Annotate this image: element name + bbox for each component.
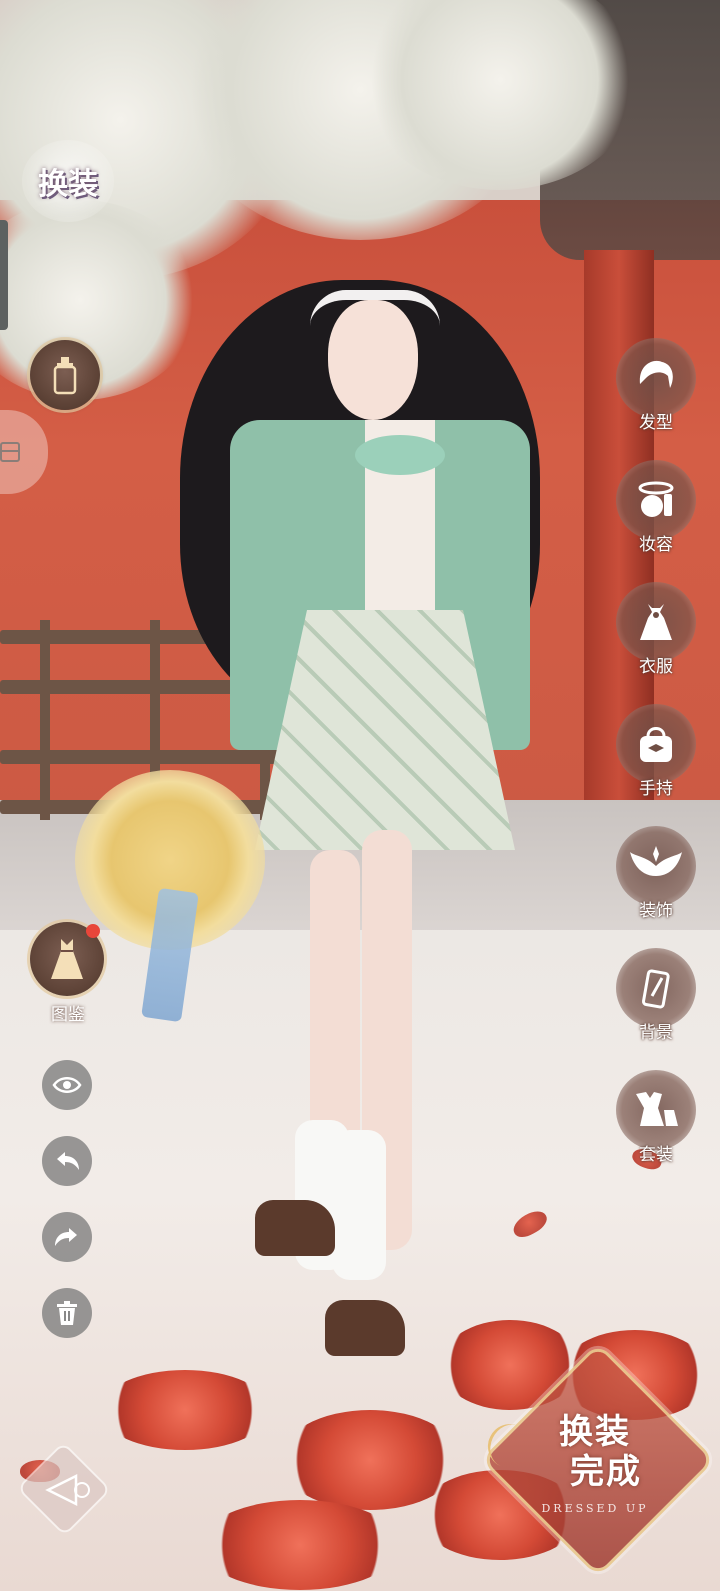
outfit-set-icon xyxy=(616,1070,696,1150)
character-sock xyxy=(332,1130,386,1280)
notification-dot xyxy=(86,924,100,938)
menu-label: 套装 xyxy=(639,1145,673,1165)
hairstyle-icon xyxy=(616,338,696,418)
redo-icon xyxy=(55,1228,77,1246)
redo-button[interactable] xyxy=(42,1212,92,1262)
menu-item-clothes[interactable]: 衣服 xyxy=(614,582,698,692)
menu-label: 衣服 xyxy=(639,657,673,677)
menu-label: 妆容 xyxy=(639,535,673,555)
menu-item-accessories[interactable]: 装饰 xyxy=(614,826,698,936)
menu-label: 背景 xyxy=(639,1023,673,1043)
menu-item-outfit-set[interactable]: 套装 xyxy=(614,1070,698,1180)
menu-item-hairstyle[interactable]: 发型 xyxy=(614,338,698,448)
undo-button[interactable] xyxy=(42,1136,92,1186)
dressed-up-label[interactable]: 换装 完成 xyxy=(520,1412,670,1492)
back-arrow-icon xyxy=(45,1473,90,1507)
character-bow xyxy=(355,435,445,475)
undo-icon xyxy=(57,1152,79,1170)
dressed-up-line1: 换装 xyxy=(559,1412,631,1452)
dressed-up-line2: 完成 xyxy=(570,1452,642,1492)
trash-icon xyxy=(57,1301,77,1325)
codex-button[interactable]: 图鉴 xyxy=(28,922,108,1026)
makeup-icon xyxy=(616,460,696,540)
lotion-bottle-icon xyxy=(53,357,77,395)
handbag-icon xyxy=(616,704,696,784)
character-shoe xyxy=(325,1300,405,1356)
delete-button[interactable] xyxy=(42,1288,92,1338)
character-shoe xyxy=(255,1200,335,1256)
menu-label: 手持 xyxy=(639,779,673,799)
menu-item-makeup[interactable]: 妆容 xyxy=(614,460,698,570)
dress-icon xyxy=(616,582,696,662)
character-headband xyxy=(310,290,440,326)
page-title: 换装 xyxy=(22,140,114,222)
menu-label: 装饰 xyxy=(639,901,673,921)
red-flower xyxy=(200,1500,400,1590)
left-edge-handle[interactable] xyxy=(0,220,8,330)
dressed-up-subtitle: DRESSED UP xyxy=(541,1502,649,1515)
eye-icon xyxy=(52,1077,82,1093)
menu-item-handheld[interactable]: 手持 xyxy=(614,704,698,814)
toggle-visibility-button[interactable] xyxy=(42,1060,92,1110)
codex-label: 图鉴 xyxy=(51,1005,85,1025)
page-title-text: 换装 xyxy=(38,167,98,202)
wings-icon xyxy=(616,826,696,906)
chest-icon xyxy=(0,442,20,462)
background-icon xyxy=(616,948,696,1028)
menu-label: 发型 xyxy=(639,413,673,433)
menu-item-background[interactable]: 背景 xyxy=(614,948,698,1058)
skincare-button[interactable] xyxy=(30,340,100,410)
